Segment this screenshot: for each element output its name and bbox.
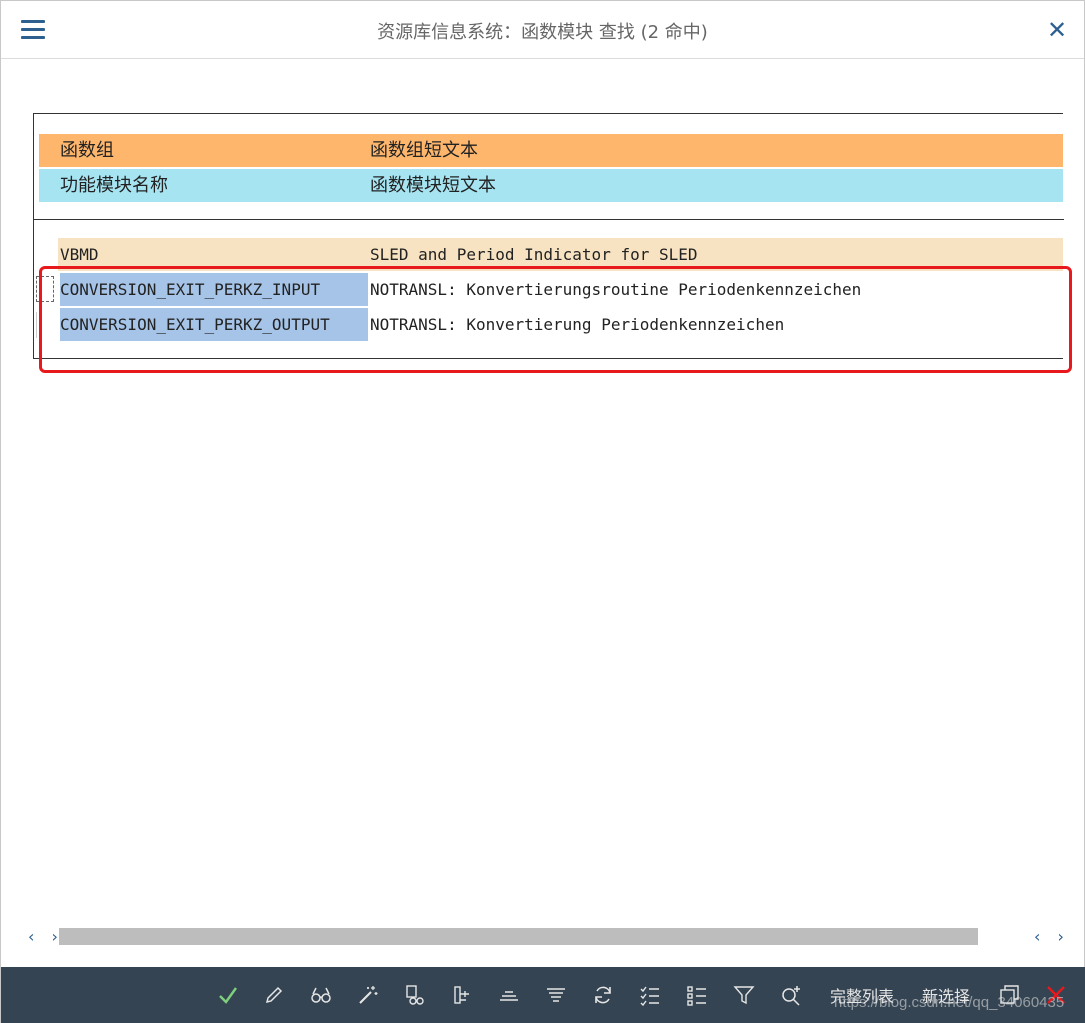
table-row[interactable]: CONVERSION_EXIT_PERKZ_INPUT NOTRANSL: Ko…	[58, 273, 1063, 306]
glasses-icon[interactable]	[306, 980, 336, 1010]
header-function-group-label: 函数组	[60, 140, 114, 161]
dialog-window: 资源库信息系统：函数模块 查找 (2 命中) ✕ 函数组 函数组短文本 功能模块…	[0, 0, 1085, 1023]
function-module-text: NOTRANSL: Konvertierung Periodenkennzeic…	[370, 315, 785, 334]
header-row-function-module: 功能模块名称 函数模块短文本	[39, 169, 1063, 202]
function-group-row[interactable]: VBMD SLED and Period Indicator for SLED	[58, 238, 1063, 271]
title-bar: 资源库信息系统：函数模块 查找 (2 命中) ✕	[1, 1, 1084, 59]
search-plus-icon[interactable]	[776, 980, 806, 1010]
new-selection-button[interactable]: 新选择	[922, 983, 970, 1007]
scroll-right-arrows[interactable]: ‹ ›	[1034, 927, 1070, 946]
checklist-icon[interactable]	[635, 980, 665, 1010]
window-copy-icon[interactable]	[994, 980, 1024, 1010]
function-group-text: SLED and Period Indicator for SLED	[370, 245, 698, 264]
details-list-icon[interactable]	[682, 980, 712, 1010]
hierarchy-icon[interactable]	[447, 980, 477, 1010]
table-row[interactable]: CONVERSION_EXIT_PERKZ_OUTPUT NOTRANSL: K…	[58, 308, 1063, 341]
pencil-icon[interactable]	[259, 980, 289, 1010]
header-separator	[34, 219, 1064, 220]
header-module-text-label: 函数模块短文本	[370, 175, 496, 196]
function-module-name[interactable]: CONVERSION_EXIT_PERKZ_INPUT	[60, 273, 368, 306]
full-list-button[interactable]: 完整列表	[830, 983, 894, 1007]
function-module-text: NOTRANSL: Konvertierungsroutine Perioden…	[370, 280, 862, 299]
window-title: 资源库信息系统：函数模块 查找 (2 命中)	[377, 22, 708, 43]
align-icon[interactable]	[494, 980, 524, 1010]
result-list: 函数组 函数组短文本 功能模块名称 函数模块短文本 VBMD SLED and …	[33, 113, 1064, 359]
cancel-icon[interactable]	[1041, 980, 1071, 1010]
header-module-name-label: 功能模块名称	[60, 175, 168, 196]
row-selector-2[interactable]	[36, 312, 54, 338]
header-row-function-group: 函数组 函数组短文本	[39, 134, 1063, 167]
refresh-icon[interactable]	[588, 980, 618, 1010]
function-group-name: VBMD	[60, 245, 99, 264]
list-center-icon[interactable]	[541, 980, 571, 1010]
function-module-name[interactable]: CONVERSION_EXIT_PERKZ_OUTPUT	[60, 308, 368, 341]
close-icon[interactable]: ✕	[1044, 17, 1070, 43]
row-selector-1[interactable]	[36, 276, 54, 302]
where-used-icon[interactable]	[400, 980, 430, 1010]
filter-icon[interactable]	[729, 980, 759, 1010]
bottom-toolbar: 完整列表 新选择	[1, 967, 1085, 1023]
checkmark-icon[interactable]	[213, 980, 243, 1010]
magic-wand-icon[interactable]	[353, 980, 383, 1010]
horizontal-scrollbar[interactable]	[59, 928, 978, 945]
header-function-group-text-label: 函数组短文本	[370, 140, 478, 161]
